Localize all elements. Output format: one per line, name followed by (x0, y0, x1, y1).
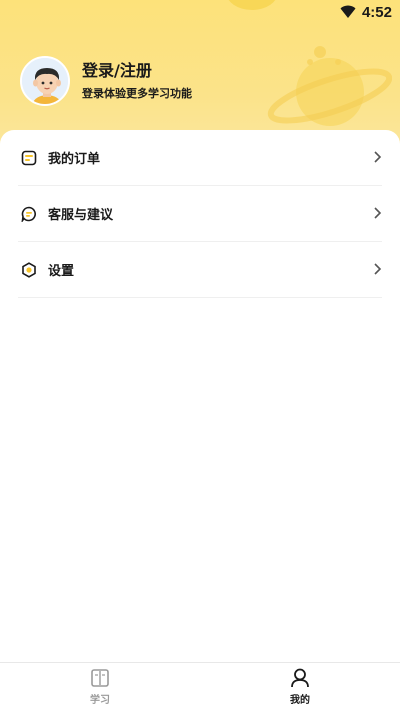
status-bar: 4:52 (0, 0, 400, 24)
book-icon (91, 669, 109, 687)
menu-item-label: 我的订单 (48, 152, 101, 167)
planet-decoration-icon (267, 46, 392, 126)
wifi-icon (340, 5, 356, 18)
status-time: 4:52 (361, 3, 392, 21)
menu-item-label: 客服与建议 (48, 208, 114, 223)
chevron-right-icon (374, 151, 382, 163)
tab-label: 学习 (90, 695, 110, 706)
login-register-link[interactable]: 登录/注册 (82, 60, 192, 82)
avatar-boy-icon (22, 58, 68, 104)
order-icon (20, 149, 38, 167)
tab-mine[interactable]: 我的 (200, 663, 400, 710)
menu-item-orders[interactable]: 我的订单 (18, 130, 382, 186)
menu-card: 我的订单 客服与建议 设置 (0, 130, 400, 662)
chevron-right-icon (374, 263, 382, 275)
chat-icon (20, 205, 38, 223)
bottom-tab-bar: 学习 我的 (0, 662, 400, 710)
tab-label: 我的 (290, 695, 310, 706)
menu-item-support[interactable]: 客服与建议 (18, 186, 382, 242)
menu-item-label: 设置 (48, 264, 75, 279)
avatar[interactable] (20, 56, 70, 106)
user-icon (291, 668, 309, 688)
chevron-right-icon (374, 207, 382, 219)
settings-icon (20, 261, 38, 279)
menu-item-settings[interactable]: 设置 (18, 242, 382, 298)
tab-study[interactable]: 学习 (0, 663, 200, 710)
login-subtitle: 登录体验更多学习功能 (82, 87, 192, 100)
profile-section[interactable]: 登录/注册 登录体验更多学习功能 (20, 56, 192, 106)
